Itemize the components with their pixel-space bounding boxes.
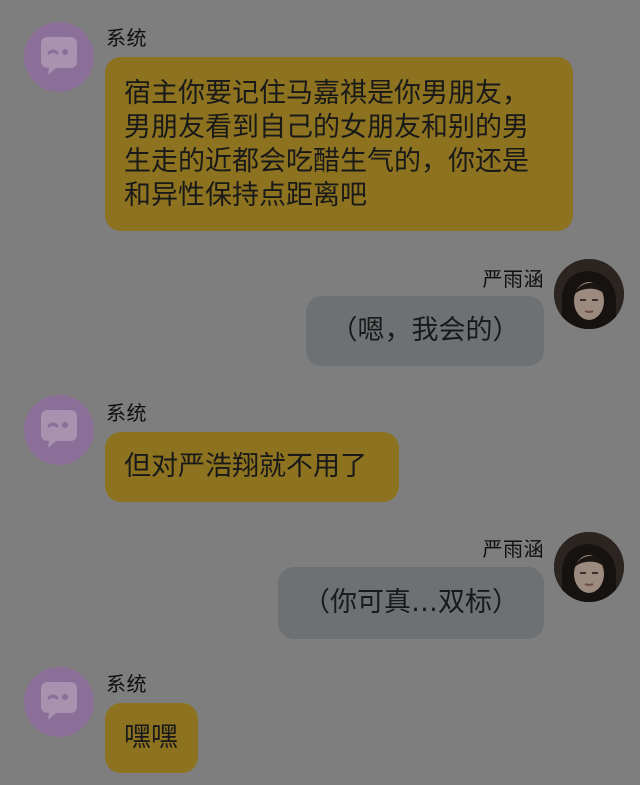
chat-bubble-wink-icon: [41, 682, 77, 720]
chat-conversation: 系统 宿主你要记住马嘉祺是你男朋友， 男朋友看到自己的女朋友和别的男 生走的近都…: [0, 0, 640, 785]
system-avatar[interactable]: [24, 667, 94, 737]
sender-name: 系统: [106, 672, 147, 696]
message-system-3: 系统 嘿嘿: [0, 0, 640, 785]
message-text: 嘿嘿: [124, 722, 178, 753]
message-bubble[interactable]: 嘿嘿: [105, 703, 198, 773]
